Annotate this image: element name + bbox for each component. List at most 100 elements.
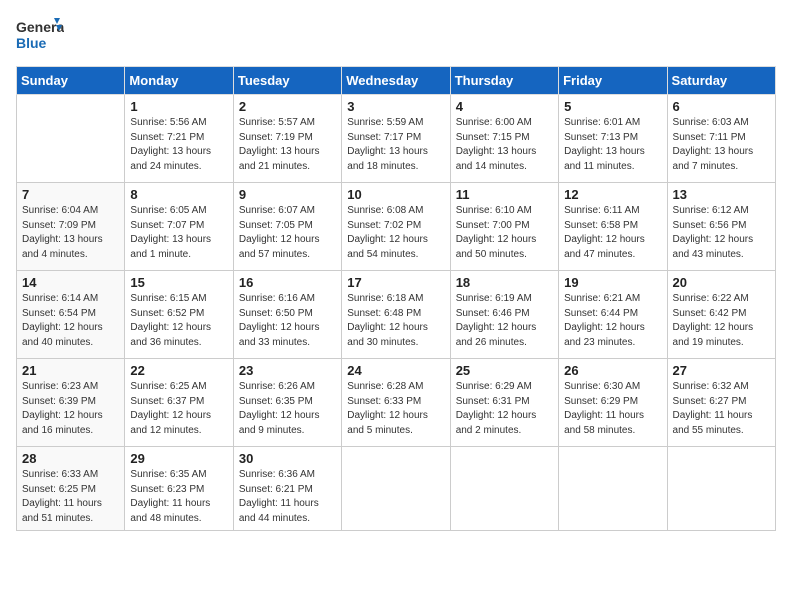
calendar-cell [559,447,667,531]
cell-details: Sunrise: 6:28 AMSunset: 6:33 PMDaylight:… [347,380,444,438]
cell-details: Sunrise: 6:26 AMSunset: 6:35 PMDaylight:… [239,380,336,438]
day-number: 10 [347,187,444,202]
calendar-cell: 15 Sunrise: 6:15 AMSunset: 6:52 PMDayligh… [125,271,233,359]
weekday-header: Tuesday [233,67,341,95]
calendar-cell: 24 Sunrise: 6:28 AMSunset: 6:33 PMDayligh… [342,359,450,447]
day-number: 14 [22,275,119,290]
calendar-cell: 11Sunrise: 6:10 AMSunset: 7:00 PMDayligh… [450,183,558,271]
cell-details: Sunrise: 6:05 AMSunset: 7:07 PMDaylight:… [130,204,227,262]
calendar-cell: 28 Sunrise: 6:33 AMSunset: 6:25 PMDayligh… [17,447,125,531]
day-number: 11 [456,187,553,202]
day-number: 18 [456,275,553,290]
day-number: 9 [239,187,336,202]
cell-details: Sunrise: 6:33 AMSunset: 6:25 PMDaylight:… [22,468,119,526]
cell-details: Sunrise: 6:36 AMSunset: 6:21 PMDaylight:… [239,468,336,526]
cell-details: Sunrise: 6:35 AMSunset: 6:23 PMDaylight:… [130,468,227,526]
calendar-cell: 18 Sunrise: 6:19 AMSunset: 6:46 PMDayligh… [450,271,558,359]
calendar-cell: 17 Sunrise: 6:18 AMSunset: 6:48 PMDayligh… [342,271,450,359]
cell-details: Sunrise: 6:00 AMSunset: 7:15 PMDaylight:… [456,116,553,174]
page-header: General Blue [16,16,776,60]
calendar-cell: 19Sunrise: 6:21 AMSunset: 6:44 PMDayligh… [559,271,667,359]
calendar-week-row: 28 Sunrise: 6:33 AMSunset: 6:25 PMDayligh… [17,447,776,531]
day-number: 24 [347,363,444,378]
day-number: 20 [673,275,770,290]
calendar-cell: 2 Sunrise: 5:57 AMSunset: 7:19 PMDaylight… [233,95,341,183]
weekday-header: Saturday [667,67,775,95]
calendar-cell: 27 Sunrise: 6:32 AMSunset: 6:27 PMDayligh… [667,359,775,447]
day-number: 7 [22,187,119,202]
day-number: 6 [673,99,770,114]
day-number: 17 [347,275,444,290]
calendar-cell: 9 Sunrise: 6:07 AMSunset: 7:05 PMDaylight… [233,183,341,271]
cell-details: Sunrise: 6:25 AMSunset: 6:37 PMDaylight:… [130,380,227,438]
day-number: 15 [130,275,227,290]
weekday-header-row: SundayMondayTuesdayWednesdayThursdayFrid… [17,67,776,95]
day-number: 13 [673,187,770,202]
calendar-week-row: 7 Sunrise: 6:04 AMSunset: 7:09 PMDaylight… [17,183,776,271]
day-number: 2 [239,99,336,114]
cell-details: Sunrise: 6:14 AMSunset: 6:54 PMDaylight:… [22,292,119,350]
day-number: 21 [22,363,119,378]
weekday-header: Wednesday [342,67,450,95]
day-number: 29 [130,451,227,466]
cell-details: Sunrise: 5:57 AMSunset: 7:19 PMDaylight:… [239,116,336,174]
day-number: 30 [239,451,336,466]
weekday-header: Sunday [17,67,125,95]
calendar-cell: 26Sunrise: 6:30 AMSunset: 6:29 PMDayligh… [559,359,667,447]
svg-text:Blue: Blue [16,35,47,51]
calendar-cell: 7 Sunrise: 6:04 AMSunset: 7:09 PMDaylight… [17,183,125,271]
cell-details: Sunrise: 6:04 AMSunset: 7:09 PMDaylight:… [22,204,119,262]
calendar-cell: 21 Sunrise: 6:23 AMSunset: 6:39 PMDayligh… [17,359,125,447]
calendar: SundayMondayTuesdayWednesdayThursdayFrid… [16,66,776,531]
calendar-cell: 30 Sunrise: 6:36 AMSunset: 6:21 PMDayligh… [233,447,341,531]
cell-details: Sunrise: 5:59 AMSunset: 7:17 PMDaylight:… [347,116,444,174]
calendar-week-row: 21 Sunrise: 6:23 AMSunset: 6:39 PMDayligh… [17,359,776,447]
calendar-cell: 13Sunrise: 6:12 AMSunset: 6:56 PMDayligh… [667,183,775,271]
day-number: 27 [673,363,770,378]
cell-details: Sunrise: 6:21 AMSunset: 6:44 PMDaylight:… [564,292,661,350]
calendar-cell [342,447,450,531]
day-number: 16 [239,275,336,290]
cell-details: Sunrise: 5:56 AMSunset: 7:21 PMDaylight:… [130,116,227,174]
day-number: 25 [456,363,553,378]
cell-details: Sunrise: 6:11 AMSunset: 6:58 PMDaylight:… [564,204,661,262]
calendar-cell: 6Sunrise: 6:03 AMSunset: 7:11 PMDaylight… [667,95,775,183]
cell-details: Sunrise: 6:15 AMSunset: 6:52 PMDaylight:… [130,292,227,350]
day-number: 28 [22,451,119,466]
calendar-week-row: 14 Sunrise: 6:14 AMSunset: 6:54 PMDayligh… [17,271,776,359]
calendar-cell: 1Sunrise: 5:56 AMSunset: 7:21 PMDaylight… [125,95,233,183]
cell-details: Sunrise: 6:19 AMSunset: 6:46 PMDaylight:… [456,292,553,350]
calendar-cell: 22 Sunrise: 6:25 AMSunset: 6:37 PMDayligh… [125,359,233,447]
cell-details: Sunrise: 6:18 AMSunset: 6:48 PMDaylight:… [347,292,444,350]
calendar-cell: 16 Sunrise: 6:16 AMSunset: 6:50 PMDayligh… [233,271,341,359]
logo-svg: General Blue [16,16,64,60]
logo: General Blue [16,16,64,60]
day-number: 3 [347,99,444,114]
cell-details: Sunrise: 6:01 AMSunset: 7:13 PMDaylight:… [564,116,661,174]
calendar-cell: 3 Sunrise: 5:59 AMSunset: 7:17 PMDaylight… [342,95,450,183]
day-number: 22 [130,363,227,378]
cell-details: Sunrise: 6:32 AMSunset: 6:27 PMDaylight:… [673,380,770,438]
calendar-cell: 14 Sunrise: 6:14 AMSunset: 6:54 PMDayligh… [17,271,125,359]
weekday-header: Thursday [450,67,558,95]
cell-details: Sunrise: 6:07 AMSunset: 7:05 PMDaylight:… [239,204,336,262]
day-number: 8 [130,187,227,202]
day-number: 4 [456,99,553,114]
calendar-cell: 20 Sunrise: 6:22 AMSunset: 6:42 PMDayligh… [667,271,775,359]
calendar-cell: 10Sunrise: 6:08 AMSunset: 7:02 PMDayligh… [342,183,450,271]
day-number: 5 [564,99,661,114]
calendar-cell: 25 Sunrise: 6:29 AMSunset: 6:31 PMDayligh… [450,359,558,447]
calendar-cell: 23Sunrise: 6:26 AMSunset: 6:35 PMDayligh… [233,359,341,447]
cell-details: Sunrise: 6:29 AMSunset: 6:31 PMDaylight:… [456,380,553,438]
calendar-cell: 5 Sunrise: 6:01 AMSunset: 7:13 PMDaylight… [559,95,667,183]
calendar-cell [667,447,775,531]
cell-details: Sunrise: 6:22 AMSunset: 6:42 PMDaylight:… [673,292,770,350]
calendar-cell: 12Sunrise: 6:11 AMSunset: 6:58 PMDayligh… [559,183,667,271]
calendar-week-row: 1Sunrise: 5:56 AMSunset: 7:21 PMDaylight… [17,95,776,183]
cell-details: Sunrise: 6:16 AMSunset: 6:50 PMDaylight:… [239,292,336,350]
calendar-cell: 4 Sunrise: 6:00 AMSunset: 7:15 PMDaylight… [450,95,558,183]
cell-details: Sunrise: 6:23 AMSunset: 6:39 PMDaylight:… [22,380,119,438]
day-number: 26 [564,363,661,378]
calendar-cell [450,447,558,531]
calendar-cell: 8 Sunrise: 6:05 AMSunset: 7:07 PMDaylight… [125,183,233,271]
